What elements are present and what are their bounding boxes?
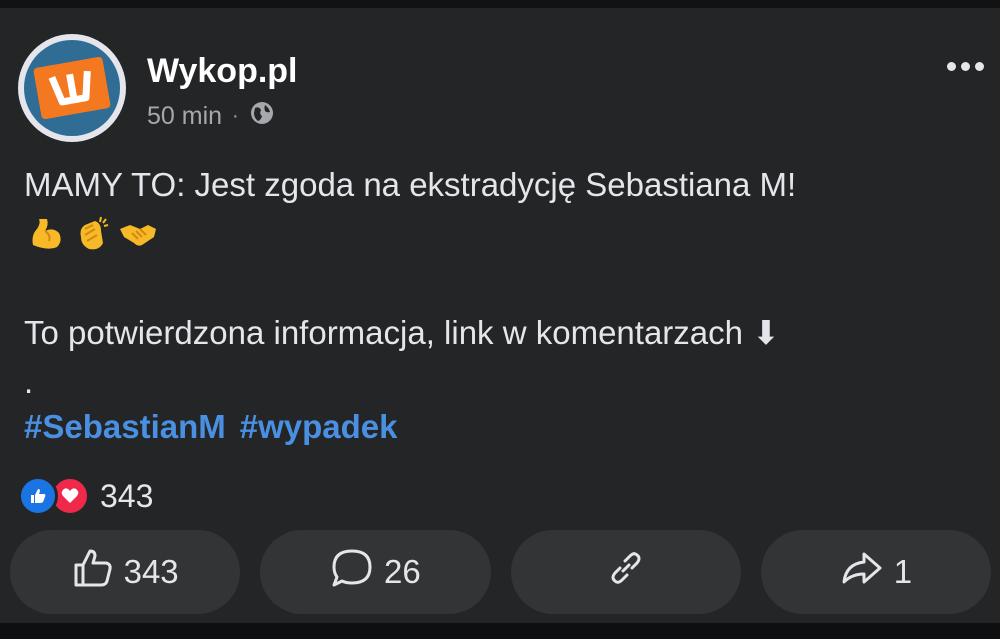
reaction-count: 343 bbox=[100, 477, 154, 514]
comment-bubble-icon bbox=[330, 547, 374, 597]
globe-icon bbox=[249, 100, 275, 133]
clapping-hands-icon bbox=[72, 214, 112, 254]
like-icon bbox=[18, 476, 58, 516]
post-line-3: . bbox=[24, 363, 34, 400]
like-count: 343 bbox=[123, 553, 179, 590]
post-card: Wykop.pl 50 min · MAMY TO: Jest zgoda na… bbox=[0, 8, 1000, 623]
reaction-summary[interactable]: 343 bbox=[18, 476, 153, 516]
avatar-ring bbox=[24, 40, 120, 136]
bottom-divider bbox=[0, 623, 1000, 639]
copy-link-button[interactable] bbox=[510, 530, 741, 614]
emoji-row bbox=[26, 214, 158, 254]
hashtag-link[interactable]: #wypadek bbox=[240, 408, 398, 446]
action-bar: 343 26 1 bbox=[10, 530, 991, 614]
post-line-1: MAMY TO: Jest zgoda na ekstradycję Sebas… bbox=[24, 166, 797, 203]
share-arrow-icon bbox=[840, 548, 884, 596]
hashtag-link[interactable]: #SebastianM bbox=[24, 408, 226, 446]
wykop-logo-icon bbox=[33, 56, 111, 120]
share-count: 1 bbox=[893, 553, 913, 590]
like-button[interactable]: 343 bbox=[10, 530, 241, 614]
post-meta: 50 min · bbox=[147, 100, 275, 133]
link-icon bbox=[605, 547, 647, 597]
post-line-2: To potwierdzona informacja, link w komen… bbox=[24, 314, 780, 351]
avatar[interactable] bbox=[18, 34, 126, 142]
hashtags: #SebastianM #wypadek bbox=[24, 408, 398, 446]
thumbs-up-icon bbox=[72, 547, 114, 597]
share-button[interactable]: 1 bbox=[760, 530, 991, 614]
handshake-icon bbox=[118, 214, 158, 254]
top-divider bbox=[0, 0, 1000, 8]
comment-button[interactable]: 26 bbox=[260, 530, 491, 614]
post-time[interactable]: 50 min bbox=[147, 102, 222, 131]
meta-separator: · bbox=[232, 105, 239, 127]
flexed-biceps-icon bbox=[26, 214, 66, 254]
comment-count: 26 bbox=[384, 553, 421, 590]
author-name[interactable]: Wykop.pl bbox=[147, 52, 298, 91]
more-options-icon[interactable] bbox=[947, 62, 984, 71]
